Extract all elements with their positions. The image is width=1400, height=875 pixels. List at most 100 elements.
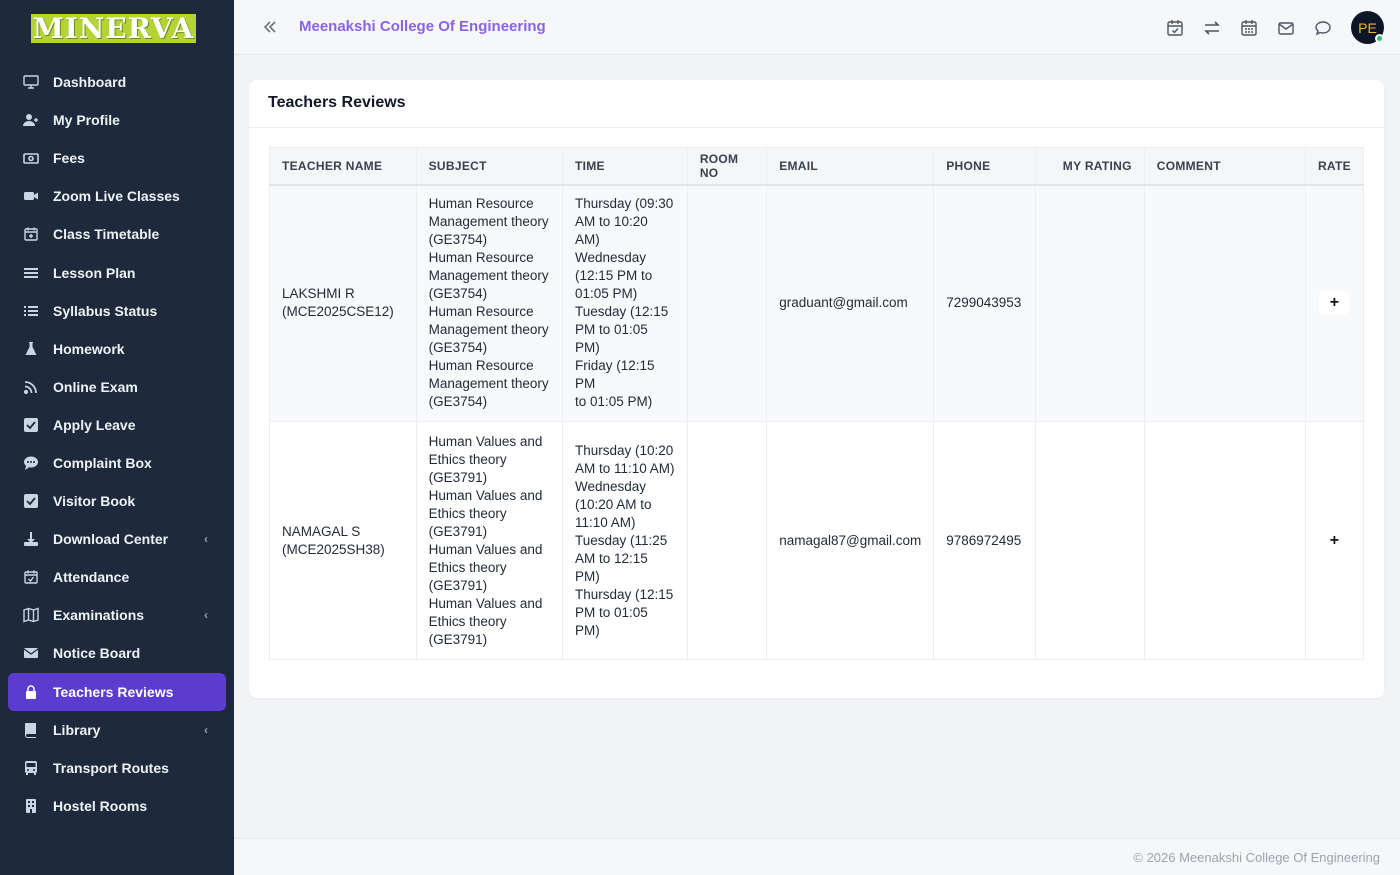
sidebar-item-class-timetable[interactable]: Class Timetable xyxy=(8,215,226,253)
calendar-plus-icon xyxy=(23,226,39,242)
sidebar-item-homework[interactable]: Homework xyxy=(8,330,226,368)
sidebar-item-label: Class Timetable xyxy=(53,226,160,243)
teacher-name: NAMAGAL S xyxy=(282,523,361,539)
check-square-icon xyxy=(23,493,39,509)
time-line: Friday (12:15 PM xyxy=(574,358,655,392)
column-header: PHONE xyxy=(933,147,1037,186)
sidebar-item-transport-routes[interactable]: Transport Routes xyxy=(8,749,226,787)
table-row: NAMAGAL S (MCE2025SH38) Human Values and… xyxy=(269,421,1365,660)
bus-icon xyxy=(23,760,39,776)
subject-line: Human Resource xyxy=(428,358,534,374)
room-cell xyxy=(686,184,768,422)
sidebar-item-teachers-reviews[interactable]: Teachers Reviews xyxy=(8,672,226,711)
sidebar-nav: Dashboard My Profile Fees Zoom Live Clas… xyxy=(8,63,226,825)
time-line: 11:10 AM) xyxy=(574,514,636,530)
calendar-check-icon xyxy=(23,569,39,585)
collapse-sidebar-icon[interactable] xyxy=(262,17,278,37)
rate-cell: + xyxy=(1304,184,1365,422)
sidebar-item-apply-leave[interactable]: Apply Leave xyxy=(8,406,226,444)
sidebar-item-my-profile[interactable]: My Profile xyxy=(8,101,226,139)
teacher-name-cell: LAKSHMI R (MCE2025CSE12) xyxy=(269,184,417,422)
sidebar-item-complaint-box[interactable]: Complaint Box xyxy=(8,444,226,482)
mail-icon[interactable] xyxy=(1275,17,1297,39)
subject-line: Human Values and xyxy=(428,595,543,611)
subject-line: (GE3754) xyxy=(428,232,488,248)
subject-line: (GE3791) xyxy=(428,631,488,647)
subject-line: Human Resource xyxy=(428,304,534,320)
sidebar-item-syllabus-status[interactable]: Syllabus Status xyxy=(8,292,226,330)
college-name[interactable]: Meenakshi College Of Engineering xyxy=(299,18,546,35)
sidebar-item-label: Notice Board xyxy=(53,645,141,662)
sidebar-item-dashboard[interactable]: Dashboard xyxy=(8,63,226,101)
subject-cell: Human Resource Management theory (GE3754… xyxy=(415,184,563,422)
sidebar-item-label: Homework xyxy=(53,340,125,357)
subject-line: Ethics theory xyxy=(428,505,507,521)
column-header: SUBJECT xyxy=(415,147,563,186)
calendar-check-icon[interactable] xyxy=(1164,17,1186,39)
list-icon xyxy=(23,265,39,281)
add-rating-button[interactable]: + xyxy=(1319,291,1350,316)
sidebar-item-label: Teachers Reviews xyxy=(53,683,174,700)
sidebar-item-notice-board[interactable]: Notice Board xyxy=(8,634,226,672)
time-line: Wednesday xyxy=(574,478,646,494)
sidebar-item-zoom-live-classes[interactable]: Zoom Live Classes xyxy=(8,177,226,215)
switch-arrows-icon[interactable] xyxy=(1201,17,1223,39)
download-icon xyxy=(23,531,39,547)
envelope-icon xyxy=(23,645,39,661)
add-rating-button[interactable]: + xyxy=(1319,528,1350,553)
map-icon xyxy=(23,607,39,623)
subject-line: Human Resource xyxy=(428,196,534,212)
topbar-actions xyxy=(1164,17,1334,39)
subject-line: (GE3754) xyxy=(428,340,488,356)
money-icon xyxy=(23,150,39,166)
monitor-icon xyxy=(23,74,39,90)
sidebar-item-attendance[interactable]: Attendance xyxy=(8,558,226,596)
subject-line: (GE3754) xyxy=(428,286,488,302)
teachers-reviews-card: Teachers Reviews TEACHER NAME SUBJECT TI… xyxy=(249,80,1384,698)
subject-line: Management theory xyxy=(428,268,549,284)
subject-line: (GE3754) xyxy=(428,394,488,410)
column-header: ROOM NO xyxy=(686,147,768,186)
comment-cell xyxy=(1143,184,1306,422)
sidebar-item-label: Fees xyxy=(53,150,85,167)
table-row: LAKSHMI R (MCE2025CSE12) Human Resource … xyxy=(269,184,1365,422)
sidebar-item-hostel-rooms[interactable]: Hostel Rooms xyxy=(8,787,226,825)
online-status-dot xyxy=(1375,34,1384,43)
subject-line: Management theory xyxy=(428,322,549,338)
footer: © 2026 Meenakshi College Of Engineering xyxy=(234,838,1400,875)
avatar[interactable]: PE xyxy=(1351,11,1384,44)
check-square-icon xyxy=(23,417,39,433)
column-header: COMMENT xyxy=(1143,147,1306,186)
app-logo[interactable]: MINERVA xyxy=(31,14,196,43)
comment-cell xyxy=(1143,421,1306,660)
teacher-name: LAKSHMI R xyxy=(282,286,355,302)
sidebar-item-fees[interactable]: Fees xyxy=(8,139,226,177)
time-cell: Thursday (09:30 AM to 10:20 AM) Wednesda… xyxy=(561,184,688,422)
sidebar-item-online-exam[interactable]: Online Exam xyxy=(8,368,226,406)
divider xyxy=(249,127,1384,128)
column-header: EMAIL xyxy=(766,147,935,186)
sidebar-item-visitor-book[interactable]: Visitor Book xyxy=(8,482,226,520)
time-line: Tuesday (11:25 xyxy=(574,532,668,548)
sidebar-item-label: Online Exam xyxy=(53,378,138,395)
sidebar-item-label: Lesson Plan xyxy=(53,264,136,281)
sidebar-item-label: Hostel Rooms xyxy=(53,797,148,814)
subject-line: Human Values and xyxy=(428,541,543,557)
sidebar-item-examinations[interactable]: Examinations ‹ xyxy=(8,596,226,634)
sidebar-item-label: My Profile xyxy=(53,112,120,129)
avatar-initials: PE xyxy=(1358,19,1377,36)
book-icon xyxy=(23,722,39,738)
sidebar-item-library[interactable]: Library ‹ xyxy=(8,711,226,749)
column-header: MY RATING xyxy=(1035,147,1145,186)
column-header: TIME xyxy=(561,147,688,186)
sidebar-item-download-center[interactable]: Download Center ‹ xyxy=(8,520,226,558)
my-rating-cell xyxy=(1035,421,1145,660)
calendar-icon[interactable] xyxy=(1238,17,1260,39)
sidebar-item-label: Complaint Box xyxy=(53,454,152,471)
sidebar-item-lesson-plan[interactable]: Lesson Plan xyxy=(8,253,226,291)
video-icon xyxy=(23,188,39,204)
subject-line: Management theory xyxy=(428,214,549,230)
time-line: to 01:05 PM) xyxy=(574,394,653,410)
sidebar: MINERVA Dashboard My Profile Fees Zoom L… xyxy=(0,0,234,875)
chat-icon[interactable] xyxy=(1312,17,1334,39)
